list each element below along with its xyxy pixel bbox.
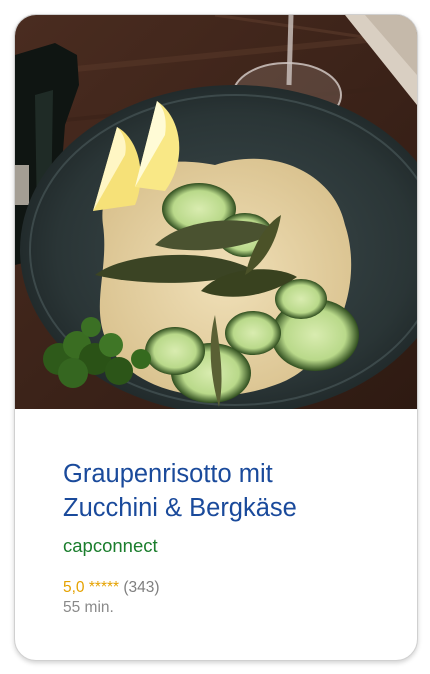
recipe-info: Graupenrisotto mit Zucchini & Bergkäse c… <box>63 457 403 618</box>
rating-count: (343) <box>123 579 160 596</box>
recipe-source-link[interactable]: capconnect <box>63 534 403 558</box>
cooking-time: 55 min. <box>63 599 114 616</box>
recipe-card[interactable]: Graupenrisotto mit Zucchini & Bergkäse c… <box>14 14 418 661</box>
recipe-photo[interactable] <box>15 15 417 409</box>
rating-value: 5,0 <box>63 579 85 596</box>
recipe-title-line-2[interactable]: Zucchini & Bergkäse <box>63 494 297 522</box>
recipe-title-line-1[interactable]: Graupenrisotto mit <box>63 460 273 488</box>
rating-line: 5,0 ***** (343) <box>63 578 403 598</box>
rating-stars-icon: ***** <box>88 579 120 596</box>
recipe-title[interactable]: Graupenrisotto mit Zucchini & Bergkäse <box>63 457 403 525</box>
